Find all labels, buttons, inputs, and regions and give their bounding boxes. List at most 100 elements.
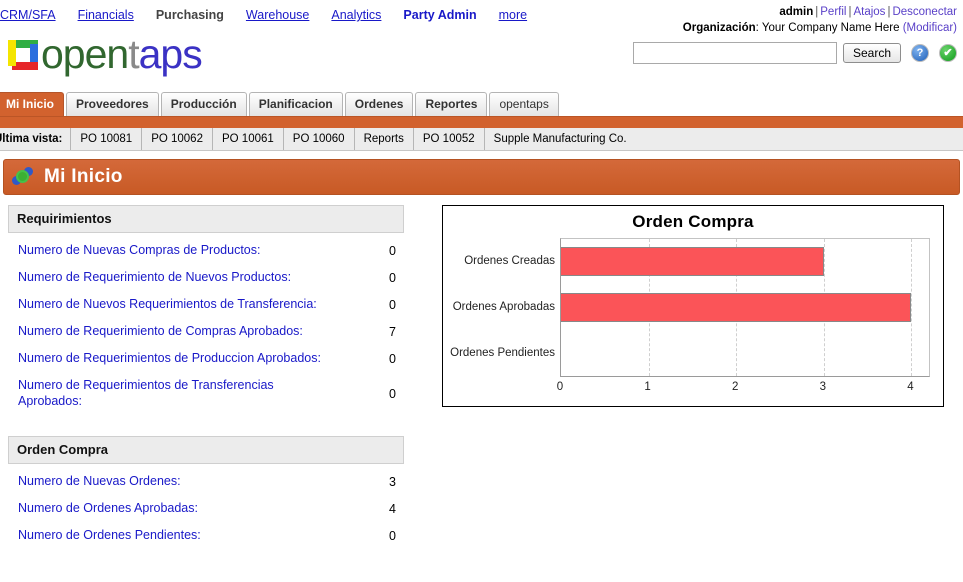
panel-body-orden-compra: Numero de Nuevas Ordenes: 3 Numero de Or… (8, 464, 404, 549)
logo-text-open: open (41, 31, 129, 77)
tab-reportes[interactable]: Reportes (415, 92, 488, 116)
stat-label-nuevas-compras-productos[interactable]: Numero de Nuevas Compras de Productos: (18, 242, 260, 258)
tab-opentaps[interactable]: opentaps (489, 92, 559, 116)
chart-category-slot: Ordenes Pendientes (450, 339, 929, 368)
logo-text-aps: aps (138, 31, 203, 77)
chart-x-tick-label: 1 (644, 381, 651, 393)
section-tab-bar: Mi Inicio Proveedores Producción Planifi… (0, 90, 963, 116)
stat-row: Numero de Nuevas Compras de Productos: 0 (10, 237, 402, 264)
stat-label-requerimiento-compras-aprobados[interactable]: Numero de Requerimiento de Compras Aprob… (18, 323, 303, 339)
stat-value-nuevas-compras-productos: 0 (389, 244, 396, 258)
stat-value-requerimiento-compras-aprobados: 7 (389, 325, 396, 339)
right-column: Orden Compra Ordenes Creadas Ordenes Apro… (404, 205, 955, 571)
stat-value-ordenes-pendientes: 0 (389, 529, 396, 543)
last-viewed-item-po-10061[interactable]: PO 10061 (213, 128, 284, 150)
tab-planificacion[interactable]: Planificacion (248, 92, 343, 116)
last-viewed-item-reports[interactable]: Reports (355, 128, 414, 150)
tab-ordenes[interactable]: Ordenes (344, 92, 414, 116)
page-title: Mi Inicio (44, 166, 123, 187)
last-viewed-item-po-10052[interactable]: PO 10052 (414, 128, 485, 150)
panel-orden-compra: Orden Compra Numero de Nuevas Ordenes: 3… (8, 436, 404, 549)
chart-title: Orden Compra (632, 212, 754, 231)
chart-bar (561, 247, 824, 277)
main-content: Requirimientos Numero de Nuevas Compras … (0, 195, 963, 571)
tab-produccion[interactable]: Producción (160, 92, 247, 116)
logo-search-row: opentaps Search ? ✔ (0, 32, 963, 90)
chart-plot-area: Ordenes Creadas Ordenes Aprobadas Ordenes … (450, 238, 930, 377)
last-viewed-label: Ultima vista: (0, 128, 72, 150)
app-link-analytics[interactable]: Analytics (331, 8, 381, 22)
stat-row: Numero de Ordenes Aprobadas: 4 (10, 495, 402, 522)
last-viewed-item-supple-manufacturing[interactable]: Supple Manufacturing Co. (485, 128, 636, 150)
tab-proveedores[interactable]: Proveedores (66, 92, 159, 116)
app-link-warehouse[interactable]: Warehouse (246, 8, 309, 22)
search-button[interactable]: Search (842, 43, 901, 63)
last-viewed-item-po-10081[interactable]: PO 10081 (71, 128, 143, 150)
app-link-more[interactable]: more (499, 8, 527, 22)
stat-value-requerimiento-nuevos-productos: 0 (389, 271, 396, 285)
stat-row: Numero de Requerimiento de Nuevos Produc… (10, 264, 402, 291)
panel-title-requirimientos: Requirimientos (8, 205, 404, 233)
stat-label-requerimiento-nuevos-productos[interactable]: Numero de Requerimiento de Nuevos Produc… (18, 269, 291, 285)
chart-x-tick-label: 3 (819, 381, 827, 393)
chart-x-tick-label: 0 (556, 381, 564, 393)
stat-label-requerimientos-transferencias-aprobados[interactable]: Numero de Requerimientos de Transferenci… (18, 377, 338, 409)
chart-category-label: Ordenes Aprobadas (452, 301, 555, 313)
chart-category-slot: Ordenes Creadas (464, 247, 929, 277)
stat-row: Numero de Nuevos Requerimientos de Trans… (10, 291, 402, 318)
app-link-party-admin[interactable]: Party Admin (403, 8, 476, 22)
stat-row: Numero de Requerimientos de Transferenci… (10, 372, 402, 414)
stat-row: Numero de Requerimiento de Compras Aprob… (10, 318, 402, 345)
opentaps-logo[interactable]: opentaps (8, 31, 203, 77)
panel-title-orden-compra: Orden Compra (8, 436, 404, 464)
stat-value-nuevos-requerimientos-transferencia: 0 (389, 298, 396, 312)
stat-row: Numero de Requerimientos de Produccion A… (10, 345, 402, 372)
stat-label-nuevos-requerimientos-transferencia[interactable]: Numero de Nuevos Requerimientos de Trans… (18, 296, 317, 312)
logo-wordmark: opentaps (41, 31, 203, 77)
chart-bar (561, 293, 912, 322)
orden-compra-chart: Orden Compra Ordenes Creadas Ordenes Apro… (442, 205, 944, 407)
opentaps-logo-mark-icon (8, 40, 38, 70)
stat-label-requerimientos-produccion-aprobados[interactable]: Numero de Requerimientos de Produccion A… (18, 350, 321, 366)
last-viewed-item-po-10060[interactable]: PO 10060 (284, 128, 355, 150)
section-tabs: Mi Inicio Proveedores Producción Planifi… (0, 92, 561, 116)
chart-x-tick-label: 2 (732, 381, 739, 393)
logo-text-t: t (128, 31, 139, 77)
app-link-financials[interactable]: Financials (78, 8, 134, 22)
page-header-band: Mi Inicio (3, 159, 960, 195)
stat-value-requerimientos-transferencias-aprobados: 0 (389, 387, 396, 401)
stat-row: Numero de Nuevas Ordenes: 3 (10, 468, 402, 495)
last-viewed-item-po-10062[interactable]: PO 10062 (142, 128, 213, 150)
application-links: CRM/SFA Financials Purchasing Warehouse Anal… (0, 8, 549, 22)
app-link-crmsfa[interactable]: CRM/SFA (0, 8, 56, 22)
top-application-bar: CRM/SFA Financials Purchasing Warehouse Anal… (0, 0, 963, 34)
home-link-icon (12, 167, 34, 187)
status-check-icon[interactable]: ✔ (939, 44, 957, 62)
last-viewed-strip: Ultima vista: PO 10081 PO 10062 PO 10061… (0, 128, 963, 151)
logout-link[interactable]: Desconectar (892, 6, 957, 18)
left-column: Requirimientos Numero de Nuevas Compras … (8, 205, 404, 571)
chart-category-label: Ordenes Pendientes (450, 346, 555, 359)
stat-label-ordenes-pendientes[interactable]: Numero de Ordenes Pendientes: (18, 527, 201, 543)
tab-underline-bar (0, 116, 963, 128)
chart-category-label: Ordenes Creadas (464, 255, 555, 268)
search-input[interactable] (632, 42, 837, 64)
chart-x-tick-label: 4 (907, 381, 914, 393)
stat-value-nuevas-ordenes: 3 (389, 475, 396, 489)
username-label: admin (779, 6, 814, 18)
app-link-purchasing[interactable]: Purchasing (156, 8, 224, 22)
tab-mi-inicio[interactable]: Mi Inicio (0, 92, 64, 116)
stat-value-ordenes-aprobadas: 4 (389, 502, 396, 516)
stat-label-nuevas-ordenes[interactable]: Numero de Nuevas Ordenes: (18, 473, 181, 489)
stat-value-requerimientos-produccion-aprobados: 0 (389, 352, 396, 366)
stat-row: Numero de Ordenes Pendientes: 0 (10, 522, 402, 549)
chart-category-slot: Ordenes Aprobadas (453, 293, 929, 322)
profile-link[interactable]: Perfil (820, 6, 846, 18)
shortcuts-link[interactable]: Atajos (853, 6, 885, 18)
stat-label-ordenes-aprobadas[interactable]: Numero de Ordenes Aprobadas: (18, 500, 198, 516)
panel-body-requirimientos: Numero de Nuevas Compras de Productos: 0… (8, 233, 404, 414)
chart-plot-wrapper: Ordenes Creadas Ordenes Aprobadas Ordenes … (443, 238, 943, 406)
global-search: Search ? ✔ (632, 42, 957, 64)
user-line: admin | Perfil | Atajos | Desconectar (683, 4, 957, 20)
help-icon[interactable]: ? (911, 44, 929, 62)
